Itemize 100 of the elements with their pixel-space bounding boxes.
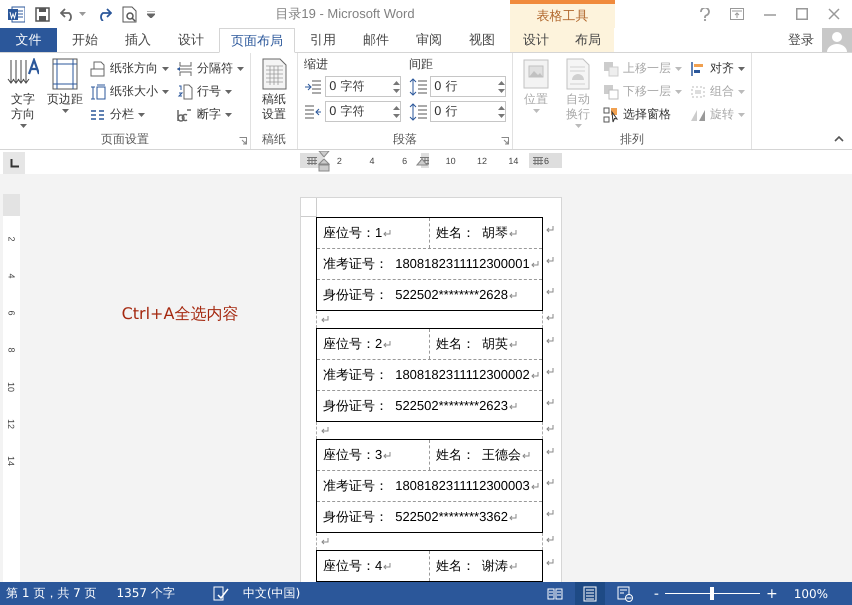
- spin-field[interactable]: 0 字符: [325, 101, 401, 122]
- table-cell: 姓名： 胡琴: [436, 224, 508, 242]
- context-tab-header: 表格工具: [510, 0, 615, 28]
- table-cell: 身份证号： 522502********2628: [323, 286, 508, 304]
- spin-arrows-icon[interactable]: [498, 80, 505, 94]
- ribbon-button[interactable]: 断字: [174, 104, 247, 125]
- table-cell: 准考证号： 1808182311112300002: [323, 366, 530, 384]
- caret-icon: [738, 112, 745, 116]
- spin-field[interactable]: 0 字符: [325, 76, 401, 97]
- zoom-slider-thumb[interactable]: [710, 587, 714, 600]
- ribbon-button[interactable]: 文字方向: [3, 56, 43, 129]
- paragraph-mark-icon: [530, 482, 539, 490]
- zoom-percentage[interactable]: 100%: [794, 586, 828, 600]
- customize-caret-icon[interactable]: [147, 10, 155, 18]
- print-preview-icon[interactable]: [122, 6, 137, 22]
- caret-icon: [738, 66, 745, 70]
- table-cell: 准考证号： 1808182311112300003: [323, 477, 530, 495]
- paragraph-mark-icon: [522, 452, 530, 458]
- ruler-number: 14: [6, 456, 16, 466]
- spin-arrows-icon[interactable]: [498, 104, 505, 118]
- ruler-number: 10: [6, 382, 16, 392]
- save-icon[interactable]: [35, 6, 50, 22]
- ribbon-button[interactable]: 选择窗格: [600, 104, 685, 125]
- ribbon-tab[interactable]: 审阅: [404, 28, 454, 52]
- ribbon-button[interactable]: 稿纸设置: [254, 56, 294, 129]
- table-cell: 座位号：2: [323, 335, 382, 353]
- caret-icon: [138, 112, 145, 116]
- ribbon-tab[interactable]: 设计: [510, 28, 562, 52]
- ribbon-button[interactable]: 行号: [174, 81, 247, 102]
- right-indent-marker-icon[interactable]: [416, 159, 428, 167]
- sign-in-link[interactable]: 登录: [788, 31, 814, 49]
- table-cell: 姓名： 王德会: [436, 446, 522, 464]
- paragraph-mark-icon: [546, 314, 554, 321]
- help-icon[interactable]: [700, 8, 710, 20]
- read-mode-icon: [546, 586, 563, 602]
- paragraph-mark-icon: [509, 292, 517, 298]
- table-cell: 座位号：3: [323, 446, 382, 464]
- ruler-number: 2: [336, 156, 342, 166]
- spin-arrows-icon[interactable]: [393, 80, 400, 94]
- ruler-number: 14: [508, 156, 518, 166]
- maximize-icon[interactable]: [796, 8, 808, 20]
- ruler-number: 6: [402, 156, 408, 166]
- spin-field[interactable]: 0 行: [430, 101, 506, 122]
- ribbon-button[interactable]: 页边距: [45, 56, 85, 129]
- page-count[interactable]: 第 1 页，共 7 页: [6, 585, 97, 602]
- language-status[interactable]: 中文(中国): [242, 585, 300, 602]
- ruler-number: 6: [6, 310, 16, 316]
- spin-field[interactable]: 0 行: [430, 76, 506, 97]
- caret-icon: [675, 90, 682, 94]
- group-label: 段落: [393, 130, 417, 148]
- ribbon-display-icon[interactable]: [730, 8, 744, 20]
- column-marker-icon[interactable]: [306, 156, 316, 164]
- paragraph-mark-icon: [509, 340, 518, 348]
- ribbon-tab[interactable]: 文件: [0, 28, 57, 52]
- ruler-number: 8: [6, 348, 16, 352]
- caret-icon: [20, 124, 26, 128]
- proofing-icon[interactable]: [212, 586, 229, 601]
- table-cell: 身份证号： 522502********2623: [323, 397, 508, 415]
- dialog-launcher-icon[interactable]: [501, 137, 509, 145]
- caret-icon: [532, 109, 540, 113]
- ribbon-tab[interactable]: 设计: [166, 28, 216, 52]
- ribbon-button[interactable]: 纸张大小: [87, 81, 172, 102]
- indent-marker-icon[interactable]: [318, 151, 330, 173]
- close-icon[interactable]: [828, 8, 840, 20]
- word-count[interactable]: 1357 个字: [116, 585, 175, 602]
- table-cell: 身份证号： 522502********3362: [323, 508, 508, 526]
- spacing-after-icon: [409, 102, 427, 120]
- ribbon-tab[interactable]: 邮件: [351, 28, 401, 52]
- column-marker-icon[interactable]: [533, 156, 543, 164]
- caret-icon: [675, 66, 682, 70]
- ribbon-tab[interactable]: 页面布局: [219, 28, 295, 53]
- ribbon-tab[interactable]: 布局: [562, 28, 614, 52]
- column-marker-icon[interactable]: [420, 156, 430, 164]
- paragraph-mark-icon: [546, 425, 554, 432]
- ruler-number: 12: [476, 156, 487, 166]
- ribbon-tab[interactable]: 引用: [298, 28, 348, 52]
- web-layout-icon: [616, 586, 633, 602]
- view-button[interactable]: [574, 582, 605, 605]
- zoom-out-button[interactable]: -: [654, 586, 659, 602]
- collapse-ribbon-icon[interactable]: [834, 136, 844, 142]
- layers-icon: [603, 60, 619, 76]
- section-heading: 缩进: [304, 56, 329, 73]
- ribbon-button[interactable]: 对齐: [687, 58, 748, 79]
- ribbon-tab[interactable]: 视图: [457, 28, 507, 52]
- dialog-launcher-icon[interactable]: [239, 137, 247, 145]
- tab-stop-selector[interactable]: [3, 152, 25, 174]
- page-size-icon: [90, 84, 106, 100]
- ribbon-button[interactable]: 分栏: [87, 104, 172, 125]
- page-break-icon: [177, 60, 193, 76]
- paragraph-mark-icon: [509, 402, 517, 410]
- word-logo-icon[interactable]: [8, 6, 25, 22]
- ribbon-button[interactable]: 纸张方向: [87, 58, 172, 79]
- zoom-in-button[interactable]: +: [766, 586, 778, 602]
- caret-icon: [225, 112, 232, 116]
- ribbon-tab[interactable]: 开始: [60, 28, 110, 52]
- caret-icon: [574, 124, 582, 128]
- ribbon-tab[interactable]: 插入: [113, 28, 163, 52]
- spin-arrows-icon[interactable]: [393, 104, 400, 118]
- hint-text: Ctrl+A全选内容: [122, 304, 238, 324]
- ribbon-button[interactable]: 分隔符: [174, 58, 247, 79]
